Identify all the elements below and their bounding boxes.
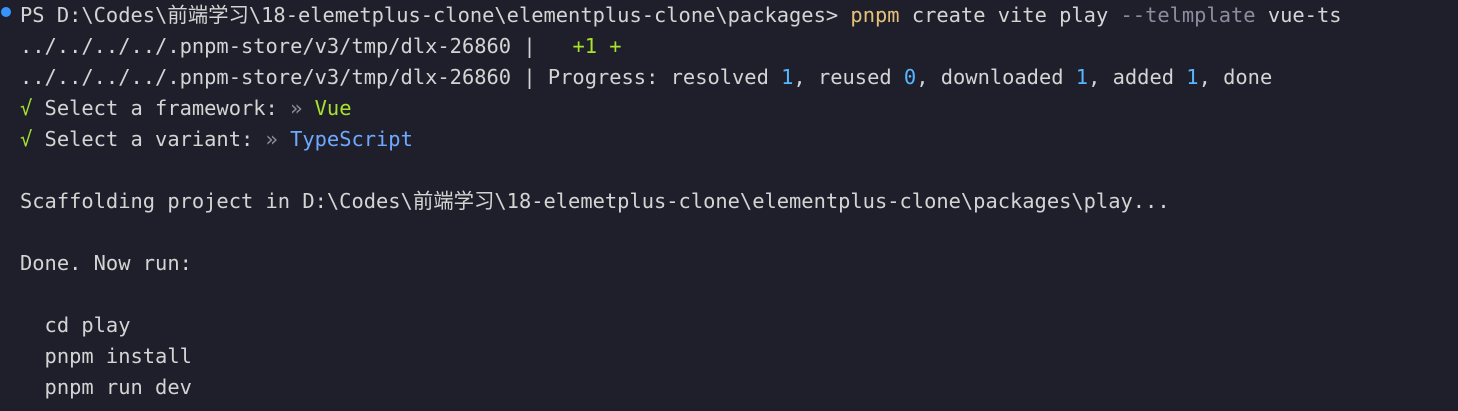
prompt-prefix: PS D:\Codes\前端学习\18-elemetplus-clone\ele… xyxy=(20,3,839,27)
progress-resolved: 1 xyxy=(781,65,794,89)
progress-downloaded-label: , downloaded xyxy=(916,65,1076,89)
dlx-line-1: ../../../../.pnpm-store/v3/tmp/dlx-26860… xyxy=(20,31,622,62)
progress-downloaded: 1 xyxy=(1075,65,1089,89)
variant-chevron-icon: » xyxy=(265,127,278,151)
variant-select-line: √ Select a variant: » TypeScript xyxy=(20,124,413,155)
prompt-flag: --telmplate xyxy=(1120,3,1256,27)
progress-reused: 0 xyxy=(903,65,917,89)
prompt-command: pnpm xyxy=(850,3,900,27)
prompt-flag-value: vue-ts xyxy=(1267,3,1342,27)
variant-check-icon: √ xyxy=(20,127,33,151)
command-status-dot-icon xyxy=(1,7,11,17)
done-line: Done. Now run: xyxy=(20,251,192,275)
progress-added: 1 xyxy=(1186,65,1199,89)
progress-added-label: , added xyxy=(1088,65,1187,89)
dlx-line-2: ../../../../.pnpm-store/v3/tmp/dlx-26860… xyxy=(20,62,1272,93)
next-command-dev: pnpm run dev xyxy=(20,375,192,399)
variant-value: TypeScript xyxy=(277,127,413,151)
prompt-args: create vite play xyxy=(911,3,1109,27)
dlx-added-indicator: +1 + xyxy=(572,34,622,58)
framework-value: Vue xyxy=(302,96,352,120)
scaffolding-line: Scaffolding project in D:\Codes\前端学习\18-… xyxy=(20,189,1170,213)
prompt-line: PS D:\Codes\前端学习\18-elemetplus-clone\ele… xyxy=(20,0,1342,31)
next-command-cd: cd play xyxy=(20,313,131,337)
next-command-install: pnpm install xyxy=(20,344,192,368)
progress-reused-label: , reused xyxy=(793,65,904,89)
framework-check-icon: √ xyxy=(20,96,33,120)
dlx-path-2: ../../../../.pnpm-store/v3/tmp/dlx-26860… xyxy=(20,65,782,89)
framework-chevron-icon: » xyxy=(290,96,303,120)
variant-label: Select a variant: xyxy=(32,127,266,151)
progress-done-label: , done xyxy=(1198,65,1273,89)
framework-select-line: √ Select a framework: » Vue xyxy=(20,93,351,124)
dlx-path-1: ../../../../.pnpm-store/v3/tmp/dlx-26860… xyxy=(20,34,573,58)
framework-label: Select a framework: xyxy=(32,96,291,120)
terminal-output[interactable]: PS D:\Codes\前端学习\18-elemetplus-clone\ele… xyxy=(0,0,1458,411)
